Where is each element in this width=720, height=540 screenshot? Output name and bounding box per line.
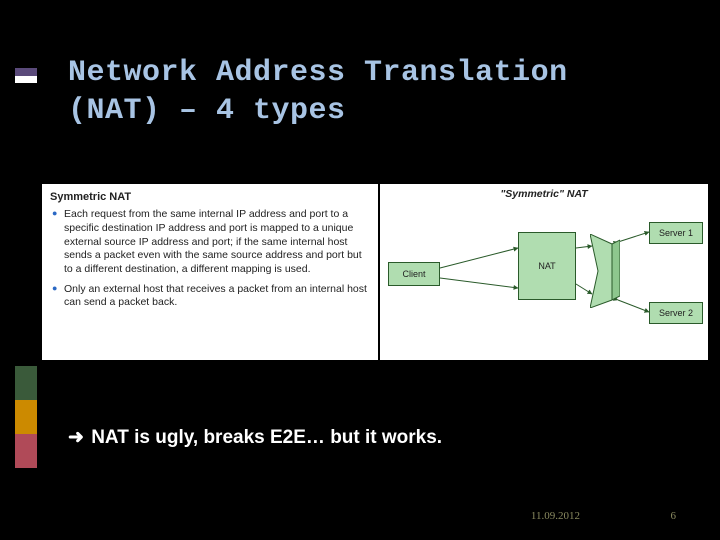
diagram-panel: "Symmetric" NAT Client NAT Server 1 Serv… xyxy=(380,184,708,360)
diagram-title: "Symmetric" NAT xyxy=(380,188,708,200)
footer-date: 11.09.2012 xyxy=(531,510,580,522)
slide-title: Network Address Translation (NAT) – 4 ty… xyxy=(68,54,568,131)
node-server-2: Server 2 xyxy=(649,302,703,324)
panel-heading: Symmetric NAT xyxy=(50,190,370,204)
node-server-1: Server 1 xyxy=(649,222,703,244)
bullet-item: Each request from the same internal IP a… xyxy=(52,208,370,276)
conclusion-label: NAT is ugly, breaks E2E… but it works. xyxy=(91,427,442,448)
title-line-2: (NAT) – 4 types xyxy=(68,94,346,128)
conclusion-text: ➜ NAT is ugly, breaks E2E… but it works. xyxy=(68,426,442,449)
bullet-item: Only an external host that receives a pa… xyxy=(52,283,370,310)
title-line-1: Network Address Translation xyxy=(68,56,568,90)
bullet-list: Each request from the same internal IP a… xyxy=(52,208,370,309)
arrow-right-icon: ➜ xyxy=(68,427,84,448)
text-panel: Symmetric NAT Each request from the same… xyxy=(42,184,378,360)
node-client: Client xyxy=(388,262,440,286)
slide: Network Address Translation (NAT) – 4 ty… xyxy=(0,0,720,540)
accent-stripe-bottom xyxy=(15,366,37,468)
node-nat: NAT xyxy=(518,232,576,300)
node-router-icon xyxy=(590,234,620,308)
page-number: 6 xyxy=(671,510,677,522)
accent-stripe-top xyxy=(15,68,37,83)
